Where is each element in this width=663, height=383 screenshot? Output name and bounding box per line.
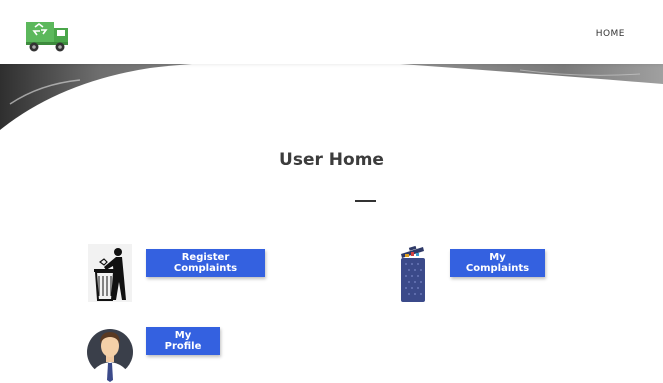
register-complaints-button[interactable]: Register Complaints <box>146 249 265 277</box>
hero-banner <box>0 64 663 134</box>
nav-home-link[interactable]: HOME <box>596 29 625 39</box>
user-avatar-icon <box>87 329 133 382</box>
navbar: HOME <box>0 0 663 64</box>
title-divider <box>355 200 376 202</box>
person-throwing-trash-icon <box>88 244 132 302</box>
my-complaints-button[interactable]: My Complaints <box>450 249 545 277</box>
my-profile-button[interactable]: My Profile <box>146 327 220 355</box>
page-title: User Home <box>279 150 384 170</box>
garbage-truck-logo-icon[interactable] <box>25 16 71 54</box>
trash-bin-icon <box>401 245 425 302</box>
